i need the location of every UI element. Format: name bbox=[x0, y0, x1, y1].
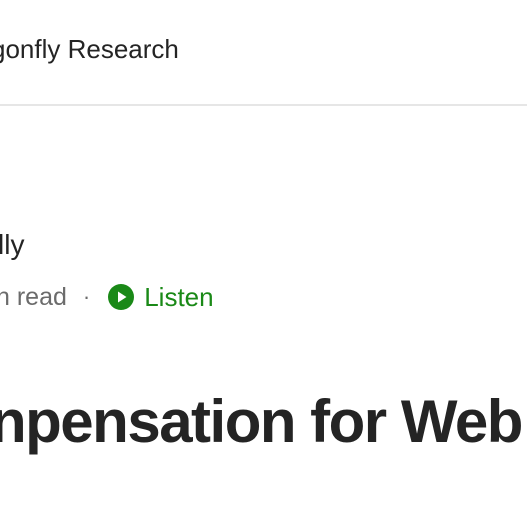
header-divider bbox=[0, 104, 527, 106]
publication-name[interactable]: gonfly Research bbox=[0, 30, 179, 68]
play-icon bbox=[108, 284, 135, 310]
article-title: npensation for Web bbox=[0, 388, 523, 455]
top-bar: gonfly Research bbox=[0, 0, 527, 104]
author-name[interactable]: lly bbox=[0, 227, 24, 263]
article-meta: n read · Listen bbox=[0, 279, 214, 315]
read-time: n read bbox=[0, 282, 67, 311]
listen-label: Listen bbox=[144, 281, 214, 312]
meta-separator: · bbox=[82, 284, 91, 309]
listen-button[interactable]: Listen bbox=[107, 281, 214, 313]
